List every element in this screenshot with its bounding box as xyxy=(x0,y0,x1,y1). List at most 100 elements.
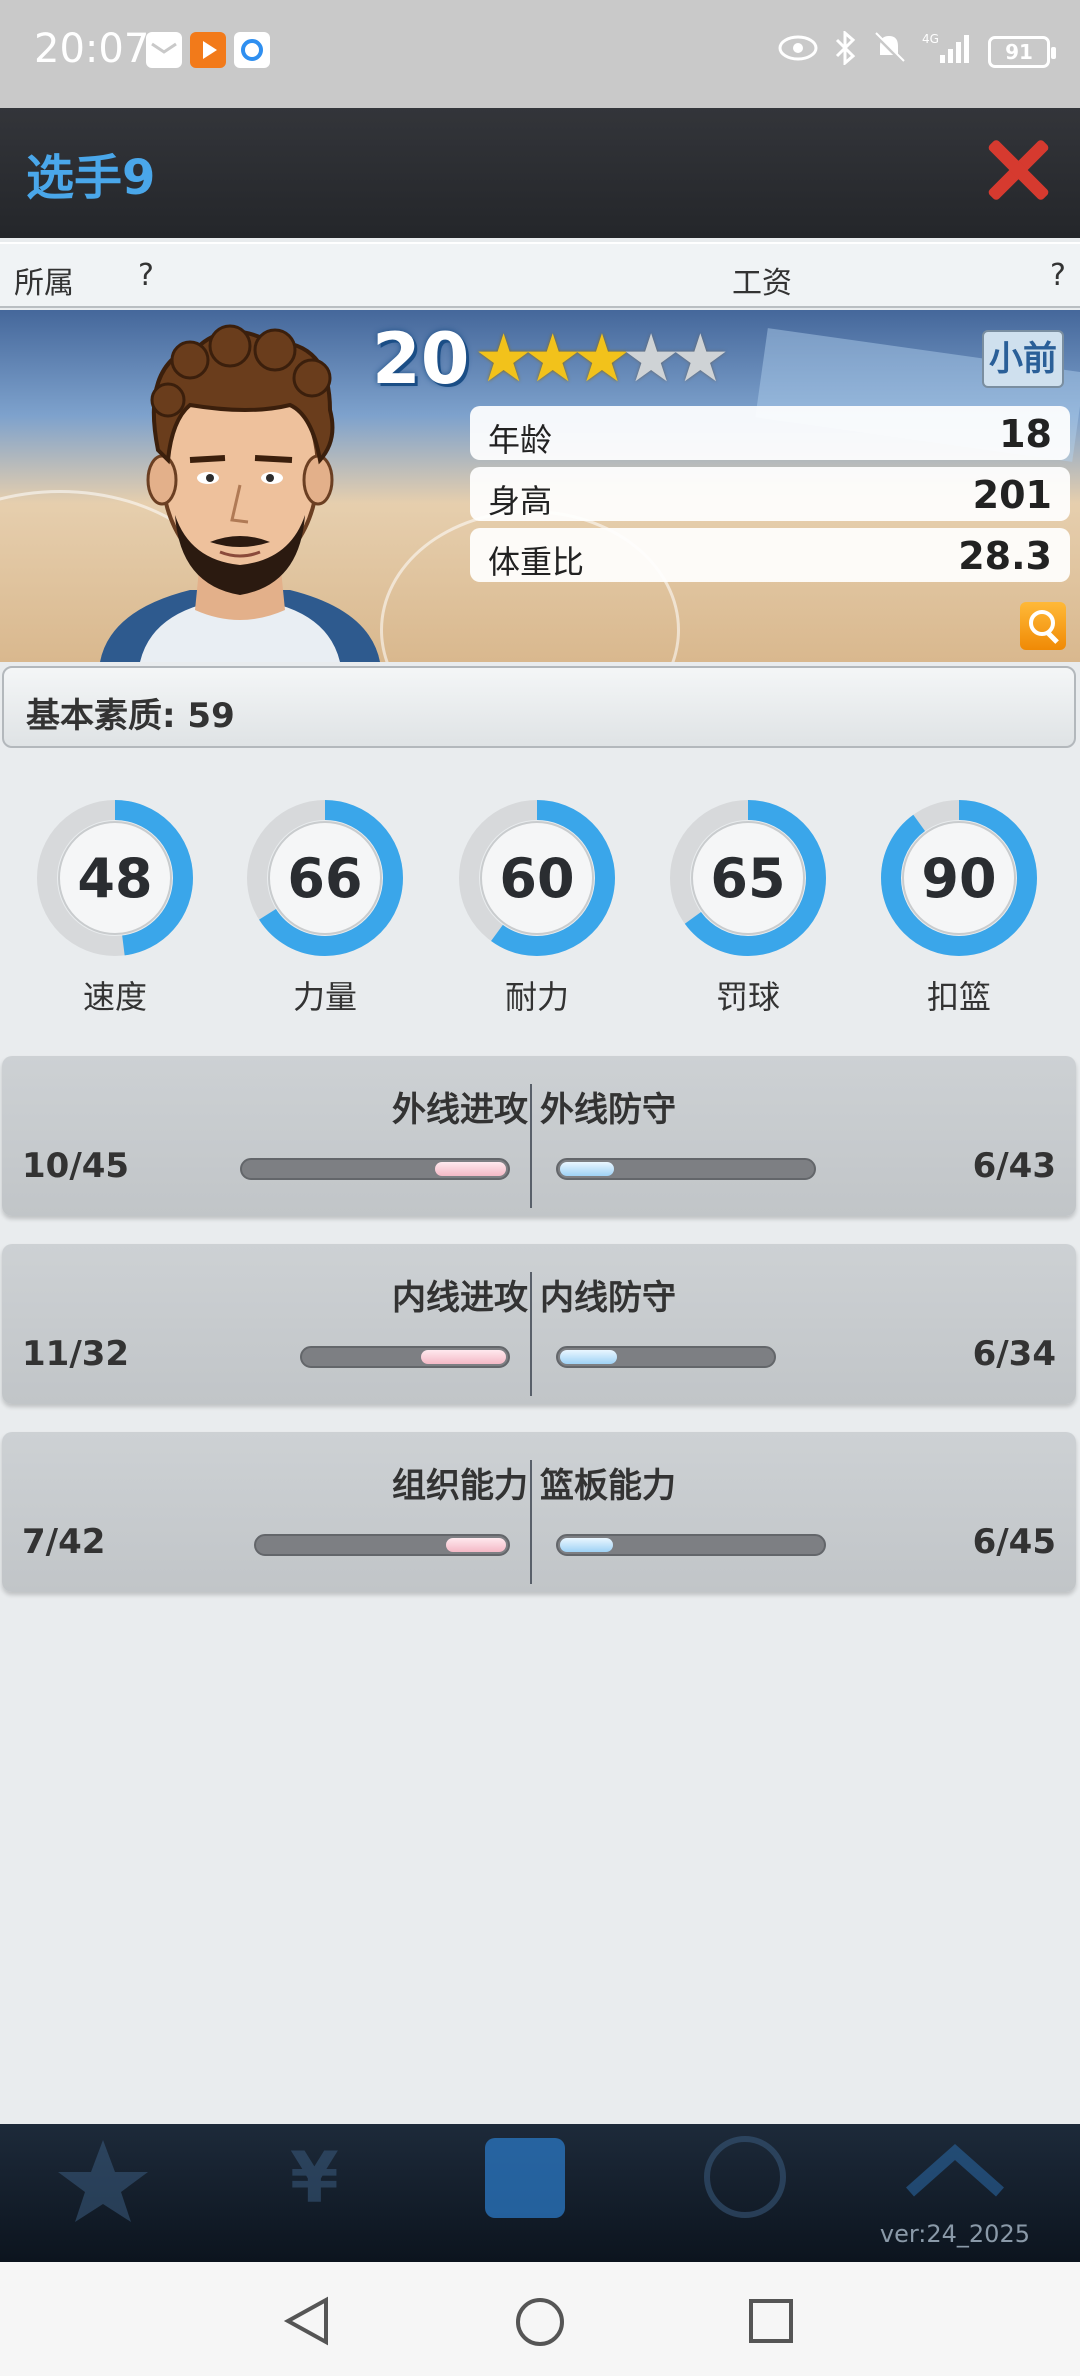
nav-ball-icon[interactable] xyxy=(660,2132,830,2252)
nav-team-icon[interactable] xyxy=(440,2132,610,2252)
skill-left-value: 7/42 xyxy=(22,1522,106,1562)
signal-4g-icon: 4G xyxy=(922,31,972,73)
ring-value: 90 xyxy=(921,847,996,910)
status-time: 20:07 xyxy=(34,26,150,72)
nav-yen-icon[interactable]: ¥ xyxy=(230,2132,400,2252)
skill-right-value: 6/43 xyxy=(972,1146,1056,1186)
search-icon[interactable] xyxy=(1020,602,1066,650)
ring-gauge: 90 xyxy=(881,800,1037,956)
bluetooth-icon xyxy=(834,29,856,73)
skill-right-value: 6/45 xyxy=(972,1522,1056,1562)
ring-value: 60 xyxy=(499,847,574,910)
status-bar: 20:07 4G 91 xyxy=(0,0,1080,108)
recents-icon[interactable] xyxy=(746,2296,796,2346)
attribute-label: 体重比 xyxy=(488,543,585,581)
ring-gauge: 66 xyxy=(247,800,403,956)
attribute-value: 28.3 xyxy=(958,534,1052,578)
stat-ring: 90 扣篮 xyxy=(874,790,1044,1018)
panel-divider xyxy=(530,1084,532,1208)
game-bottom-nav: ¥ ver:24_2025 xyxy=(0,2124,1080,2262)
system-nav-bar xyxy=(0,2262,1080,2376)
position-badge: 小前 xyxy=(982,330,1064,388)
skill-panel: 内线进攻 内线防守 11/32 6/34 xyxy=(2,1244,1076,1404)
attribute-label: 身高 xyxy=(488,482,553,520)
ring-label: 罚球 xyxy=(715,978,780,1016)
version-label: ver:24_2025 xyxy=(879,2220,1030,2248)
skill-left-name: 内线进攻 xyxy=(392,1278,528,1318)
title-bar: 选手9 xyxy=(0,108,1080,238)
video-app-icon xyxy=(190,32,226,68)
attribute-label: 年龄 xyxy=(488,421,553,459)
player-avatar xyxy=(100,324,380,662)
stat-ring: 60 耐力 xyxy=(452,790,622,1018)
team-label: 所属 xyxy=(14,266,74,301)
base-quality-label: 基本素质: 59 xyxy=(26,696,235,736)
ring-value: 65 xyxy=(710,847,785,910)
close-icon[interactable] xyxy=(986,138,1050,202)
panel-divider xyxy=(530,1272,532,1396)
stat-ring: 65 罚球 xyxy=(663,790,833,1018)
eye-icon xyxy=(778,34,818,70)
ring-gauge: 48 xyxy=(37,800,193,956)
star-filled-icon: ★ xyxy=(572,320,631,397)
skill-right-bar xyxy=(556,1158,816,1180)
skill-right-bar xyxy=(556,1346,776,1368)
nav-star-icon[interactable] xyxy=(18,2132,188,2252)
star-rating: ★★★★★ xyxy=(474,320,730,397)
skill-right-fill xyxy=(560,1162,614,1176)
back-icon[interactable] xyxy=(282,2296,332,2346)
skill-right-name: 外线防守 xyxy=(540,1090,676,1130)
skill-right-fill xyxy=(560,1538,614,1552)
mail-icon xyxy=(146,32,182,68)
skill-left-fill xyxy=(446,1538,506,1552)
skill-panel: 组织能力 篮板能力 7/42 6/45 xyxy=(2,1432,1076,1592)
page-title: 选手9 xyxy=(26,150,156,206)
ring-gauge: 65 xyxy=(670,800,826,956)
ring-value: 48 xyxy=(77,847,152,910)
svg-text:¥: ¥ xyxy=(290,2137,339,2219)
ring-gauge: 60 xyxy=(459,800,615,956)
skill-right-name: 内线防守 xyxy=(540,1278,676,1318)
skill-left-fill xyxy=(435,1162,506,1176)
base-quality-bar: 基本素质: 59 xyxy=(2,666,1076,748)
salary-value: ? xyxy=(1050,258,1066,293)
panel-divider xyxy=(530,1460,532,1584)
ring-label: 力量 xyxy=(292,978,357,1016)
svg-text:4G: 4G xyxy=(922,32,939,46)
attribute-value: 201 xyxy=(972,473,1052,517)
skill-right-name: 篮板能力 xyxy=(540,1466,676,1506)
star-filled-icon: ★ xyxy=(523,320,582,397)
ring-label: 速度 xyxy=(82,978,147,1016)
skill-left-fill xyxy=(420,1350,506,1364)
skill-left-value: 11/32 xyxy=(22,1334,130,1374)
affiliation-row: 所属 ? 工资 ? xyxy=(0,242,1080,308)
skill-left-value: 10/45 xyxy=(22,1146,130,1186)
stat-ring: 66 力量 xyxy=(240,790,410,1018)
skill-left-bar xyxy=(240,1158,510,1180)
attribute-value: 18 xyxy=(999,412,1052,456)
player-card: 20 ★★★★★ 小前 年龄 18 身高 201 体重比 28.3 xyxy=(0,310,1080,662)
salary-label: 工资 xyxy=(732,266,792,301)
player-level: 20 xyxy=(372,318,470,400)
star-filled-icon: ★ xyxy=(474,320,533,397)
attribute-row: 身高 201 xyxy=(470,467,1070,521)
home-icon[interactable] xyxy=(514,2296,566,2348)
team-value: ? xyxy=(138,258,154,293)
skill-left-bar xyxy=(254,1534,510,1556)
skill-right-fill xyxy=(560,1350,618,1364)
skill-right-value: 6/34 xyxy=(972,1334,1056,1374)
skill-right-bar xyxy=(556,1534,826,1556)
bell-off-icon xyxy=(872,31,906,73)
attribute-row: 体重比 28.3 xyxy=(470,528,1070,582)
stat-ring: 48 速度 xyxy=(30,790,200,1018)
skill-left-bar xyxy=(300,1346,510,1368)
ring-label: 耐力 xyxy=(504,978,569,1016)
browser-app-icon xyxy=(234,32,270,68)
skill-left-name: 外线进攻 xyxy=(392,1090,528,1130)
ring-value: 66 xyxy=(287,847,362,910)
skill-left-name: 组织能力 xyxy=(392,1466,528,1506)
skill-panel: 外线进攻 外线防守 10/45 6/43 xyxy=(2,1056,1076,1216)
ring-label: 扣篮 xyxy=(926,978,991,1016)
battery-indicator: 91 xyxy=(988,36,1056,68)
star-empty-icon: ★ xyxy=(621,320,681,397)
